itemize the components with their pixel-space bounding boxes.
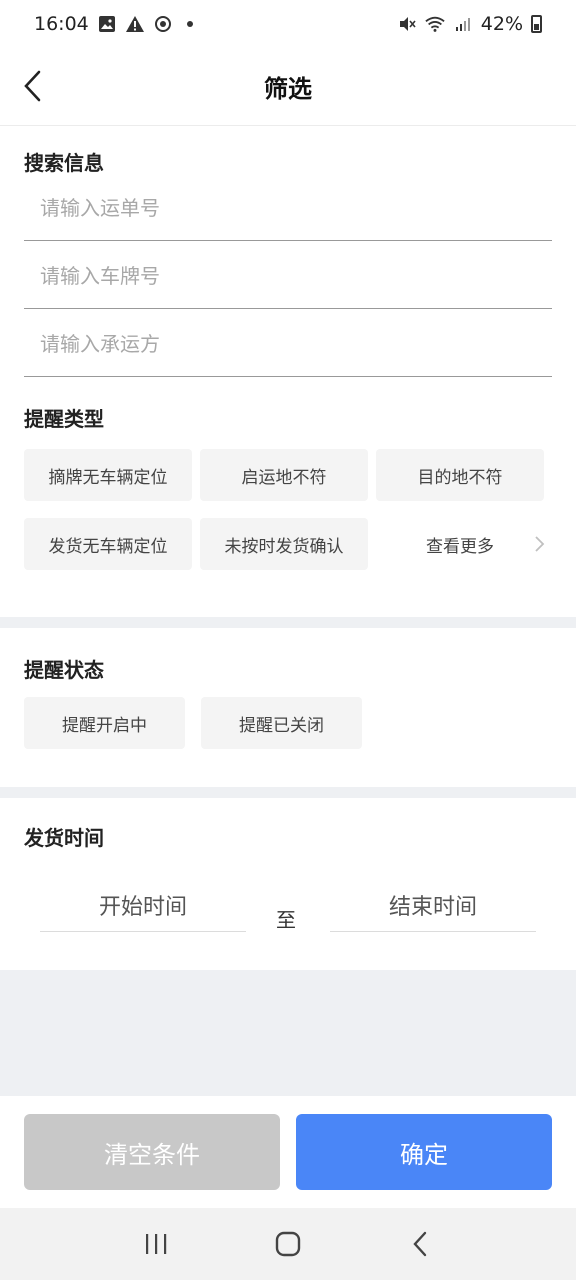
back-icon <box>413 1231 427 1257</box>
home-button[interactable] <box>266 1222 310 1266</box>
home-icon <box>275 1231 301 1257</box>
search-section-title: 搜索信息 <box>24 151 104 175</box>
warning-icon <box>125 14 145 34</box>
sync-icon <box>153 14 173 34</box>
chevron-left-icon <box>24 70 41 102</box>
notification-dot <box>186 21 193 27</box>
system-back-button[interactable] <box>398 1222 442 1266</box>
ship-time-title: 发货时间 <box>24 826 104 850</box>
battery-icon <box>531 15 542 33</box>
status-right: 42% <box>397 13 542 35</box>
chip-origin-mismatch[interactable]: 启运地不符 <box>200 449 368 501</box>
header: 筛选 <box>0 48 576 126</box>
chip-late-ship-confirm[interactable]: 未按时发货确认 <box>200 518 368 570</box>
chip-delist-no-location[interactable]: 摘牌无车辆定位 <box>24 449 192 501</box>
carrier-input[interactable] <box>24 331 552 356</box>
reminder-type-title: 提醒类型 <box>24 407 104 431</box>
recent-apps-icon <box>146 1234 167 1254</box>
battery-percent: 42% <box>480 13 523 35</box>
carrier-field <box>24 311 552 377</box>
empty-area <box>0 970 576 1096</box>
waybill-field <box>24 175 552 241</box>
clear-button[interactable]: 清空条件 <box>24 1114 280 1190</box>
chip-reminder-off[interactable]: 提醒已关闭 <box>201 697 362 749</box>
page-title: 筛选 <box>264 75 312 103</box>
section-divider <box>0 617 576 628</box>
to-label: 至 <box>276 908 296 932</box>
back-button[interactable] <box>14 64 50 108</box>
footer: 清空条件 确定 <box>0 1096 576 1208</box>
chip-destination-mismatch[interactable]: 目的地不符 <box>376 449 544 501</box>
waybill-input[interactable] <box>24 195 552 220</box>
signal-icon <box>453 14 473 34</box>
status-bar: 16:04 42% <box>0 0 576 48</box>
chip-reminder-on[interactable]: 提醒开启中 <box>24 697 185 749</box>
section-divider <box>0 787 576 798</box>
start-time-field[interactable]: 开始时间 <box>40 878 246 932</box>
plate-field <box>24 243 552 309</box>
view-more-link[interactable]: 查看更多 <box>376 518 544 570</box>
chevron-right-icon <box>535 536 545 552</box>
status-left: 16:04 <box>34 13 193 35</box>
image-icon <box>97 14 117 34</box>
end-time-field[interactable]: 结束时间 <box>330 878 536 932</box>
status-time: 16:04 <box>34 13 89 35</box>
system-nav-bar <box>0 1208 576 1280</box>
confirm-button[interactable]: 确定 <box>296 1114 552 1190</box>
chip-ship-no-location[interactable]: 发货无车辆定位 <box>24 518 192 570</box>
recent-apps-button[interactable] <box>134 1222 178 1266</box>
wifi-icon <box>425 14 445 34</box>
mute-icon <box>397 14 417 34</box>
plate-input[interactable] <box>24 263 552 288</box>
reminder-status-title: 提醒状态 <box>24 658 104 682</box>
